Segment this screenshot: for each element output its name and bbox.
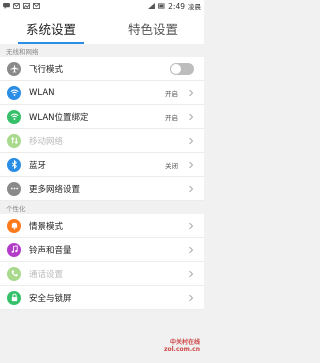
wlan-location-status: 开启 [165, 113, 178, 122]
mobile-data-icon [7, 133, 21, 148]
mobile-network-label: 移动网络 [29, 136, 64, 147]
phone-icon [7, 266, 21, 281]
watermark-line2: zol.com.cn [164, 346, 200, 353]
wifi-icon [7, 85, 21, 100]
chevron-right-icon [189, 246, 194, 253]
chevron-right-icon [189, 294, 194, 301]
bluetooth-label: 蓝牙 [29, 160, 47, 171]
call-settings-label: 通话设置 [29, 269, 64, 280]
sms-icon [13, 3, 20, 9]
call-settings-row[interactable]: 通话设置 [0, 262, 204, 286]
bluetooth-row[interactable]: 蓝牙 关闭 [0, 153, 204, 177]
bluetooth-icon [7, 157, 21, 172]
wifi-location-icon [7, 109, 21, 124]
image-icon [23, 3, 30, 9]
ringtone-volume-row[interactable]: 铃声和音量 [0, 238, 204, 262]
watermark-line1: 中关村在线 [169, 339, 200, 346]
bell-icon [7, 218, 21, 233]
more-network-row[interactable]: 更多网络设置 [0, 177, 204, 201]
status-bar: 2:49 凌晨 [0, 0, 204, 12]
more-icon [7, 181, 21, 196]
airplane-mode-label: 飞行模式 [29, 64, 64, 75]
more-network-label: 更多网络设置 [29, 184, 81, 195]
wlan-status: 开启 [165, 89, 178, 98]
security-lock-row[interactable]: 安全与锁屏 [0, 286, 204, 310]
scene-mode-row[interactable]: 情景模式 [0, 214, 204, 238]
chat-icon [3, 3, 10, 9]
time-period: 凌晨 [188, 3, 201, 11]
chevron-right-icon [189, 161, 194, 168]
section-header-network: 无线和网络 [0, 44, 204, 57]
wlan-label: WLAN [29, 87, 55, 98]
chevron-right-icon [189, 270, 194, 277]
ringtone-volume-label: 铃声和音量 [29, 245, 72, 256]
airplane-mode-row[interactable]: 飞行模式 [0, 57, 204, 81]
chevron-right-icon [189, 113, 194, 120]
tab-system-settings[interactable]: 系统设置 [0, 12, 102, 44]
wlan-row[interactable]: WLAN 开启 [0, 81, 204, 105]
scene-mode-label: 情景模式 [29, 221, 64, 232]
airplane-icon [7, 61, 21, 76]
bluetooth-status: 关闭 [165, 161, 178, 170]
watermark-logo: 中关村在线 zol.com.cn [164, 339, 200, 353]
wlan-location-row[interactable]: WLAN位置绑定 开启 [0, 105, 204, 129]
wlan-location-label: WLAN位置绑定 [29, 112, 89, 123]
tab-feature-settings[interactable]: 特色设置 [102, 12, 204, 44]
security-lock-label: 安全与锁屏 [29, 293, 72, 304]
tab-bar: 系统设置 特色设置 [0, 12, 204, 44]
airplane-mode-toggle[interactable] [170, 62, 194, 75]
section-header-personal: 个性化 [0, 201, 204, 214]
mobile-network-row[interactable]: 移动网络 [0, 129, 204, 153]
chevron-right-icon [189, 89, 194, 96]
lock-icon [7, 290, 21, 305]
signal-icon [148, 3, 156, 9]
chevron-right-icon [189, 137, 194, 144]
battery-icon [158, 3, 165, 9]
music-note-icon [7, 242, 21, 257]
chevron-right-icon [189, 185, 194, 192]
chevron-right-icon [189, 222, 194, 229]
mail-icon [33, 3, 40, 9]
clock: 2:49 [168, 1, 185, 11]
